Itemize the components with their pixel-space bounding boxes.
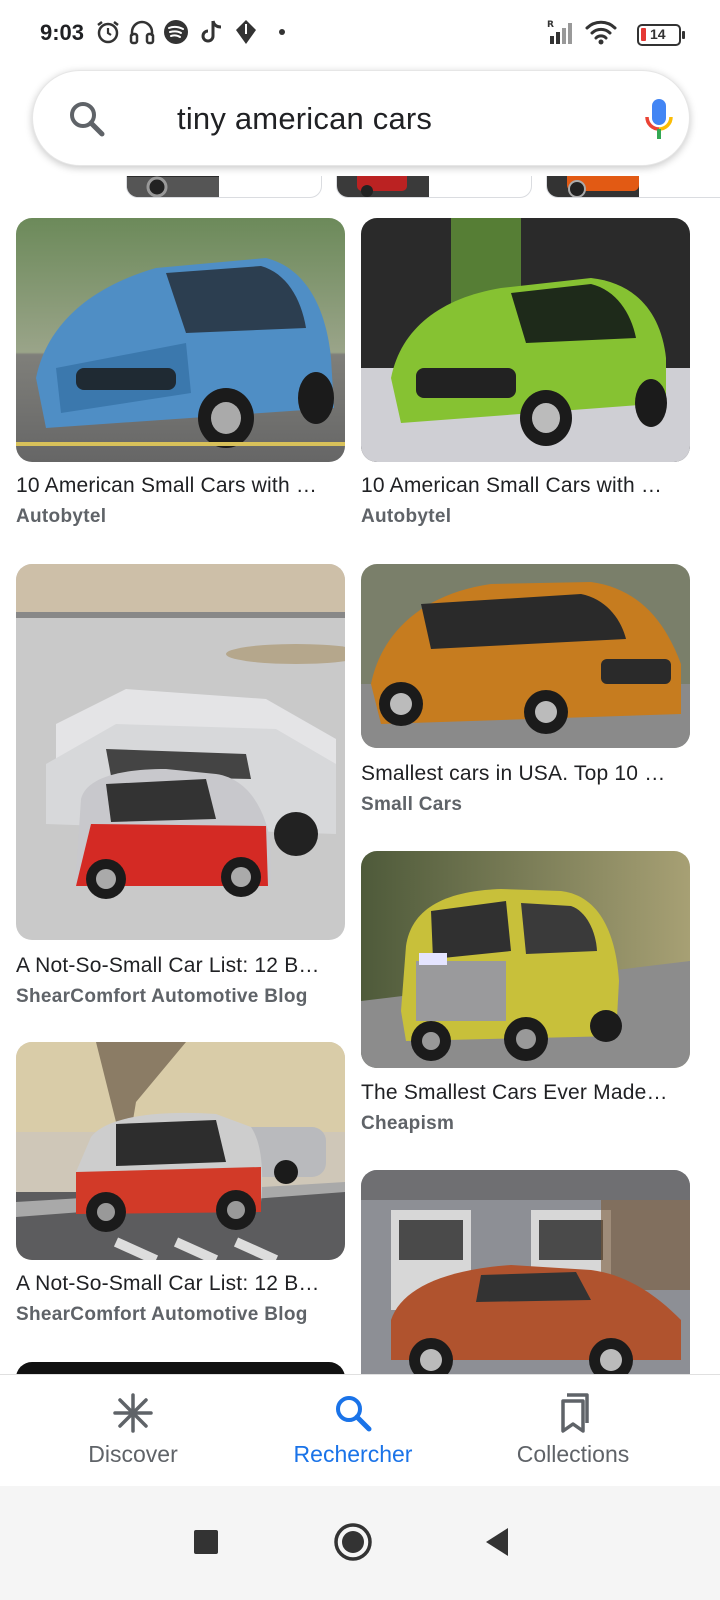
related-chips[interactable] — [0, 176, 720, 204]
home-icon[interactable] — [331, 1520, 375, 1564]
result-image[interactable] — [361, 218, 690, 462]
result-card[interactable]: 10 American Small Cars with … Autobytel — [16, 218, 345, 528]
green-car-image — [361, 218, 690, 462]
red-smart-car-street-image — [16, 1042, 345, 1260]
result-title[interactable]: 10 American Small Cars with … — [16, 474, 346, 498]
battery-level: 14 — [650, 26, 666, 42]
chip-thumbnail — [547, 176, 639, 197]
result-card[interactable] — [361, 1170, 690, 1374]
result-image[interactable] — [361, 851, 690, 1068]
system-nav-bar — [0, 1486, 720, 1600]
headphones-icon — [129, 20, 155, 45]
result-image[interactable] — [16, 564, 345, 940]
status-time: 9:03 — [40, 20, 85, 45]
result-image[interactable] — [16, 1362, 345, 1374]
nav-search-label: Rechercher — [293, 1441, 413, 1467]
result-card[interactable]: 10 American Small Cars with … Autobytel — [361, 218, 690, 528]
nav-discover-label: Discover — [88, 1441, 178, 1467]
result-card[interactable]: Smallest cars in USA. Top 10 … Small Car… — [361, 564, 690, 818]
wifi-icon — [585, 20, 617, 45]
result-source: Autobytel — [361, 506, 452, 527]
smart-car-parking-image — [16, 564, 345, 940]
related-chip[interactable] — [546, 176, 720, 198]
search-icon[interactable] — [67, 99, 107, 139]
result-source: ShearComfort Automotive Blog — [16, 1304, 308, 1325]
mic-icon[interactable] — [643, 97, 675, 143]
back-icon[interactable] — [476, 1520, 520, 1564]
result-title[interactable]: A Not-So-Small Car List: 12 B… — [16, 1272, 346, 1296]
result-title[interactable]: 10 American Small Cars with … — [361, 474, 691, 498]
result-source: Autobytel — [16, 506, 107, 527]
amc-gremlin-image — [361, 1170, 690, 1374]
recents-icon[interactable] — [184, 1520, 228, 1564]
dot-icon — [279, 29, 285, 35]
result-source: Small Cars — [361, 794, 463, 815]
screen: 9:03 R 14 tiny american cars 10 American… — [0, 0, 720, 1600]
result-image[interactable] — [16, 1042, 345, 1260]
nav-discover[interactable]: Discover — [33, 1375, 233, 1487]
bottom-nav: Discover Rechercher Collections — [0, 1374, 720, 1486]
search-query[interactable]: tiny american cars — [177, 101, 432, 137]
blue-car-image — [16, 218, 345, 462]
nav-collections-label: Collections — [516, 1441, 630, 1467]
yellow-smart-car-image — [361, 851, 690, 1068]
battery-icon: 14 — [637, 24, 685, 46]
result-card[interactable] — [16, 1362, 345, 1374]
result-image[interactable] — [361, 564, 690, 748]
nav-collections[interactable]: Collections — [473, 1375, 673, 1487]
nav-search[interactable]: Rechercher — [253, 1375, 453, 1487]
collections-icon — [561, 1393, 589, 1433]
result-title[interactable]: The Smallest Cars Ever Made… — [361, 1081, 691, 1105]
search-icon — [336, 1396, 372, 1432]
result-source: ShearComfort Automotive Blog — [16, 986, 308, 1007]
result-card[interactable]: The Smallest Cars Ever Made… Cheapism — [361, 851, 690, 1137]
chip-thumbnail — [337, 176, 429, 197]
result-source: Cheapism — [361, 1113, 455, 1134]
chip-thumbnail — [127, 176, 219, 197]
result-card[interactable]: A Not-So-Small Car List: 12 B… ShearComf… — [16, 564, 345, 1010]
result-image[interactable] — [361, 1170, 690, 1374]
related-chip[interactable] — [126, 176, 322, 198]
result-title[interactable]: Smallest cars in USA. Top 10 … — [361, 762, 691, 786]
result-image[interactable] — [16, 218, 345, 462]
alarm-icon — [97, 21, 119, 44]
status-bar: 9:03 R 14 — [0, 0, 720, 64]
related-chip[interactable] — [336, 176, 532, 198]
svg-text:R: R — [547, 20, 554, 30]
asterisk-icon — [113, 1393, 153, 1433]
tiktok-icon — [201, 20, 222, 43]
search-bar[interactable]: tiny american cars — [32, 70, 690, 166]
spotify-icon — [164, 20, 188, 44]
signal-icon: R — [547, 20, 572, 44]
app-icon — [236, 20, 256, 44]
result-title[interactable]: A Not-So-Small Car List: 12 B… — [16, 954, 346, 978]
result-card[interactable]: A Not-So-Small Car List: 12 B… ShearComf… — [16, 1042, 345, 1332]
orange-car-image — [361, 564, 690, 748]
